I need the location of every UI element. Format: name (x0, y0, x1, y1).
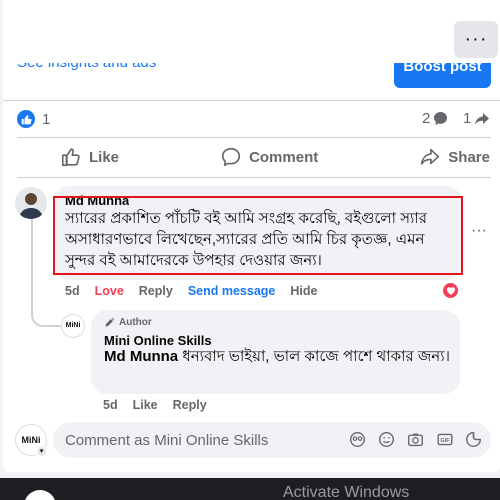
bottom-bar (0, 478, 500, 500)
post-actions: Like Comment Share (60, 145, 490, 169)
author-badge-label: Author (119, 317, 152, 328)
share-label: Share (448, 148, 490, 166)
reply-time[interactable]: 5d (103, 398, 118, 412)
chevron-down-icon[interactable]: ▾ (36, 446, 47, 457)
comment-time[interactable]: 5d (65, 284, 80, 298)
sticker-icon[interactable] (464, 430, 483, 449)
thumbs-up-icon (61, 148, 80, 167)
like-button[interactable]: Like (60, 145, 119, 169)
comment-meta: 5d Love Reply Send message Hide (65, 284, 317, 298)
share-icon (421, 148, 440, 165)
comment-bubble-icon (434, 111, 448, 126)
comment-composer[interactable]: GIF (53, 422, 491, 458)
page: See insights and ads Boost post ··· 1 2 … (0, 0, 500, 500)
heart-reaction-icon[interactable] (441, 281, 460, 300)
reply-text: Md Munna ধন্যবাদ ভাইয়া, ভাল কাজে পাশে থ… (104, 346, 454, 367)
share-arrow-icon (475, 112, 490, 125)
comment-count-value: 2 (422, 110, 431, 127)
mini-logo: MiNi (65, 322, 81, 329)
top-mask (3, 0, 500, 63)
reaction-summary[interactable]: 1 (17, 110, 50, 128)
reply-mention[interactable]: Md Munna (104, 348, 178, 365)
comment-input[interactable] (65, 422, 345, 458)
share-count-value: 1 (463, 110, 472, 127)
more-options-button[interactable]: ··· (454, 21, 498, 58)
svg-text:GIF: GIF (440, 438, 450, 444)
send-message-button[interactable]: Send message (188, 284, 276, 298)
avatar-sticker-icon[interactable] (348, 430, 367, 449)
comment-button[interactable]: Comment (220, 145, 318, 169)
comment-options-button[interactable]: ··· (471, 222, 487, 240)
comment-label: Comment (249, 148, 319, 166)
pencil-icon (105, 317, 115, 327)
reply-body: ধন্যবাদ ভাইয়া, ভাল কাজে পাশে থাকার জন্য… (178, 348, 450, 365)
like-count: 1 (42, 110, 51, 128)
share-button[interactable]: Share (419, 145, 490, 169)
like-label: Like (89, 148, 120, 166)
emoji-icon[interactable] (377, 430, 396, 449)
reply-like-button[interactable]: Like (133, 398, 158, 412)
divider (17, 137, 491, 138)
comment-count[interactable]: 2 (422, 110, 448, 127)
author-badge: Author (104, 317, 152, 328)
composer-tools: GIF (348, 430, 483, 449)
highlight-box (53, 196, 463, 275)
share-count[interactable]: 1 (463, 110, 490, 127)
reply-avatar[interactable]: MiNi (61, 314, 85, 338)
camera-icon[interactable] (406, 430, 425, 449)
activate-windows-watermark: Activate Windows (283, 484, 410, 500)
gif-icon[interactable]: GIF (435, 430, 454, 449)
love-reaction-button[interactable]: Love (95, 284, 124, 298)
comment-icon (221, 147, 241, 167)
reply-button[interactable]: Reply (139, 284, 173, 298)
divider (17, 177, 491, 178)
reply-reply-button[interactable]: Reply (173, 398, 207, 412)
reply-meta: 5d Like Reply (103, 398, 207, 412)
like-reaction-icon (17, 110, 35, 128)
divider (3, 100, 500, 101)
commenter-avatar[interactable] (15, 187, 47, 219)
hide-button[interactable]: Hide (290, 284, 317, 298)
